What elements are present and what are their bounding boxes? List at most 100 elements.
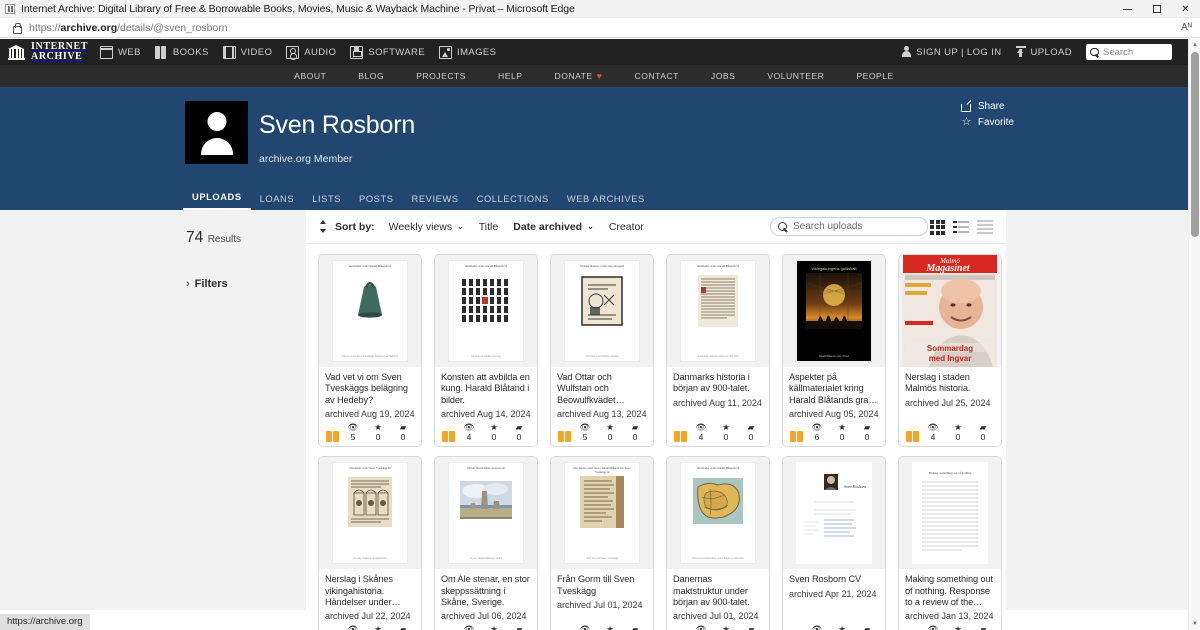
upload-card[interactable]: Hembladet under Harald Blåtands tid [434,254,538,448]
upload-card[interactable]: Sydskandinavien under tidig vikingatid V… [550,254,654,448]
upload-card[interactable]: Malmö Magasinet Sommardag med Ingvar Ner… [898,254,1002,448]
views-value: 4 [466,432,472,443]
thumb-artwork-textpage: Making something out of nothing [912,462,988,565]
card-thumbnail: Hembladet under Gorm, Harald Blåtand och… [551,457,653,570]
subnav-help[interactable]: HELP [498,71,522,81]
avatar[interactable] [185,101,248,164]
nav-images[interactable]: IMAGES [439,45,497,59]
subnav-about[interactable]: ABOUT [294,71,326,81]
thumbnail-image: Sven Rosborn [796,462,872,565]
browser-urlbar[interactable]: https://archive.org/details/@sven_rosbor… [0,18,1200,38]
sort-by-label: Sort by: [335,220,375,233]
tab-loans[interactable]: LOANS [251,194,304,210]
upload-card[interactable]: Vikingakungens guldskatt Harald Blåtands… [782,254,886,448]
tab-reviews[interactable]: REVIEWS [403,194,468,210]
reviews-stat: ▰0 [508,423,530,443]
close-button[interactable]: ✕ [1171,0,1200,18]
window-title: Internet Archive: Digital Library of Fre… [21,2,575,15]
upload-card[interactable]: Hembladet under Harald Blåtands tid [666,456,770,630]
minimize-button[interactable] [1113,0,1142,18]
upload-card[interactable]: Making something out of nothing Making s… [898,456,1002,630]
subnav-jobs[interactable]: JOBS [711,71,735,81]
list-view-icon[interactable] [953,219,969,235]
window-controls: ✕ [1113,0,1200,18]
sort-date-archived[interactable]: Date archived ⌄ [513,221,594,233]
search-uploads-input[interactable]: Search uploads [770,217,928,236]
filters-toggle[interactable]: › Filters [186,278,228,290]
share-icon [960,102,972,112]
tab-uploads[interactable]: UPLOADS [183,192,251,210]
read-aloud-icon[interactable]: Aᴺ [1181,22,1192,33]
views-stat: 👁5 [574,423,596,443]
nav-images-label: IMAGES [457,46,497,58]
thumb-artwork-sunset [806,272,862,329]
upload-card[interactable]: Hembladet under Harald Blåtands tid Danm… [666,254,770,448]
scroll-up-arrow[interactable]: ▲ [1189,39,1200,51]
thumb-artwork-figures [462,278,508,322]
tab-collections[interactable]: COLLECTIONS [468,194,558,210]
eye-icon: 👁 [811,624,823,630]
subnav-volunteer[interactable]: VOLUNTEER [767,71,824,81]
thumb-artwork-manuscript [698,274,738,327]
nav-web[interactable]: WEB [100,45,141,59]
reviews-stat: ▰0 [624,423,646,443]
compact-view-icon[interactable] [977,219,993,235]
star-icon: ★ [722,624,730,630]
search-icon [1090,47,1099,57]
nav-audio[interactable]: AUDIO [286,45,336,60]
sort-arrows-icon [319,220,329,233]
card-title: Konsten att avbilda en kung. Harald Blåt… [441,372,530,405]
upload-card[interactable]: Sven Rosborn Sven Rosborn CV archived Ap… [782,456,886,630]
video-icon [222,45,236,59]
tab-lists[interactable]: LISTS [303,194,350,210]
upload-card[interactable]: Händelser under Sven Tveskägg tid Nersla… [318,456,422,630]
page-scrollbar[interactable]: ▲ ▼ [1188,39,1200,630]
sort-creator[interactable]: Creator [609,221,644,233]
favorites-stat: ★0 [599,625,621,630]
global-search-input[interactable]: Search [1086,44,1172,60]
web-icon [100,45,114,59]
card-body: Vad Ottar och Wulfstan och Beowulfkvädet… [551,367,653,419]
eye-icon: 👁 [695,624,707,630]
grid-view-icon[interactable] [930,219,945,235]
favorite-button[interactable]: ☆ Favorite [961,117,1014,129]
subnav-donate[interactable]: DONATE ♥ [554,71,602,81]
thumb-footer-text: Konsten att avbilda en kung [471,355,501,358]
nav-video[interactable]: VIDEO [222,45,273,59]
subnav-projects[interactable]: PROJECTS [416,71,466,81]
card-stats: 👁 4 ★ 0 ▰ 0 [899,419,1001,446]
signup-login-link[interactable]: SIGN UP | LOG IN [902,46,1001,58]
nav-software[interactable]: SOFTWARE [350,45,426,59]
subnav-blog[interactable]: BLOG [358,71,384,81]
url-domain: archive.org [60,21,118,34]
reviews-stat: ▰0 [740,423,762,443]
internet-archive-logo[interactable]: INTERNET ARCHIVE [8,42,88,62]
member-label: archive.org Member [259,153,353,165]
upload-card[interactable]: Ulfshäv blandt Balten kommentar Om en sk… [434,456,538,630]
thumbnail-image: Vikingakungens guldskatt Harald Blåtands… [796,260,872,362]
nav-books[interactable]: BOOKS [155,46,209,59]
views-stat: 👁 4 [922,423,944,443]
sort-weekly-views[interactable]: Weekly views ⌄ [389,221,464,233]
scrollbar-thumb[interactable] [1191,52,1199,237]
share-button[interactable]: Share [960,101,1014,112]
upload-link[interactable]: UPLOAD [1002,46,1072,58]
views-stat: 👁20 [922,625,944,630]
subnav-people[interactable]: PEOPLE [856,71,893,81]
card-body: Making something out of nothing. Respons… [899,569,1001,621]
upload-card[interactable]: Hembladet under Gorm, Harald Blåtand och… [550,456,654,630]
tab-posts[interactable]: POSTS [350,194,403,210]
results-area: 74 Results › Filters Sort by: Weekly vie… [0,210,1188,630]
sort-title[interactable]: Title [479,221,498,233]
comment-icon: ▰ [399,422,407,433]
tab-web-archives[interactable]: WEB ARCHIVES [558,194,654,210]
upload-card[interactable]: Hembladet under Harald Blåtands tid Vad … [318,254,422,448]
subnav-contact[interactable]: CONTACT [635,71,679,81]
archive-building-icon [8,44,25,61]
maximize-button[interactable] [1142,0,1171,18]
nav-software-label: SOFTWARE [368,46,426,58]
card-thumbnail: Vikingakungens guldskatt Harald Blåtands… [783,255,885,367]
scroll-down-arrow[interactable]: ▼ [1189,618,1200,630]
thumb-header-text: Hembladet under Harald Blåtands tid [464,265,508,268]
favorites-stat: ★0 [947,625,969,630]
